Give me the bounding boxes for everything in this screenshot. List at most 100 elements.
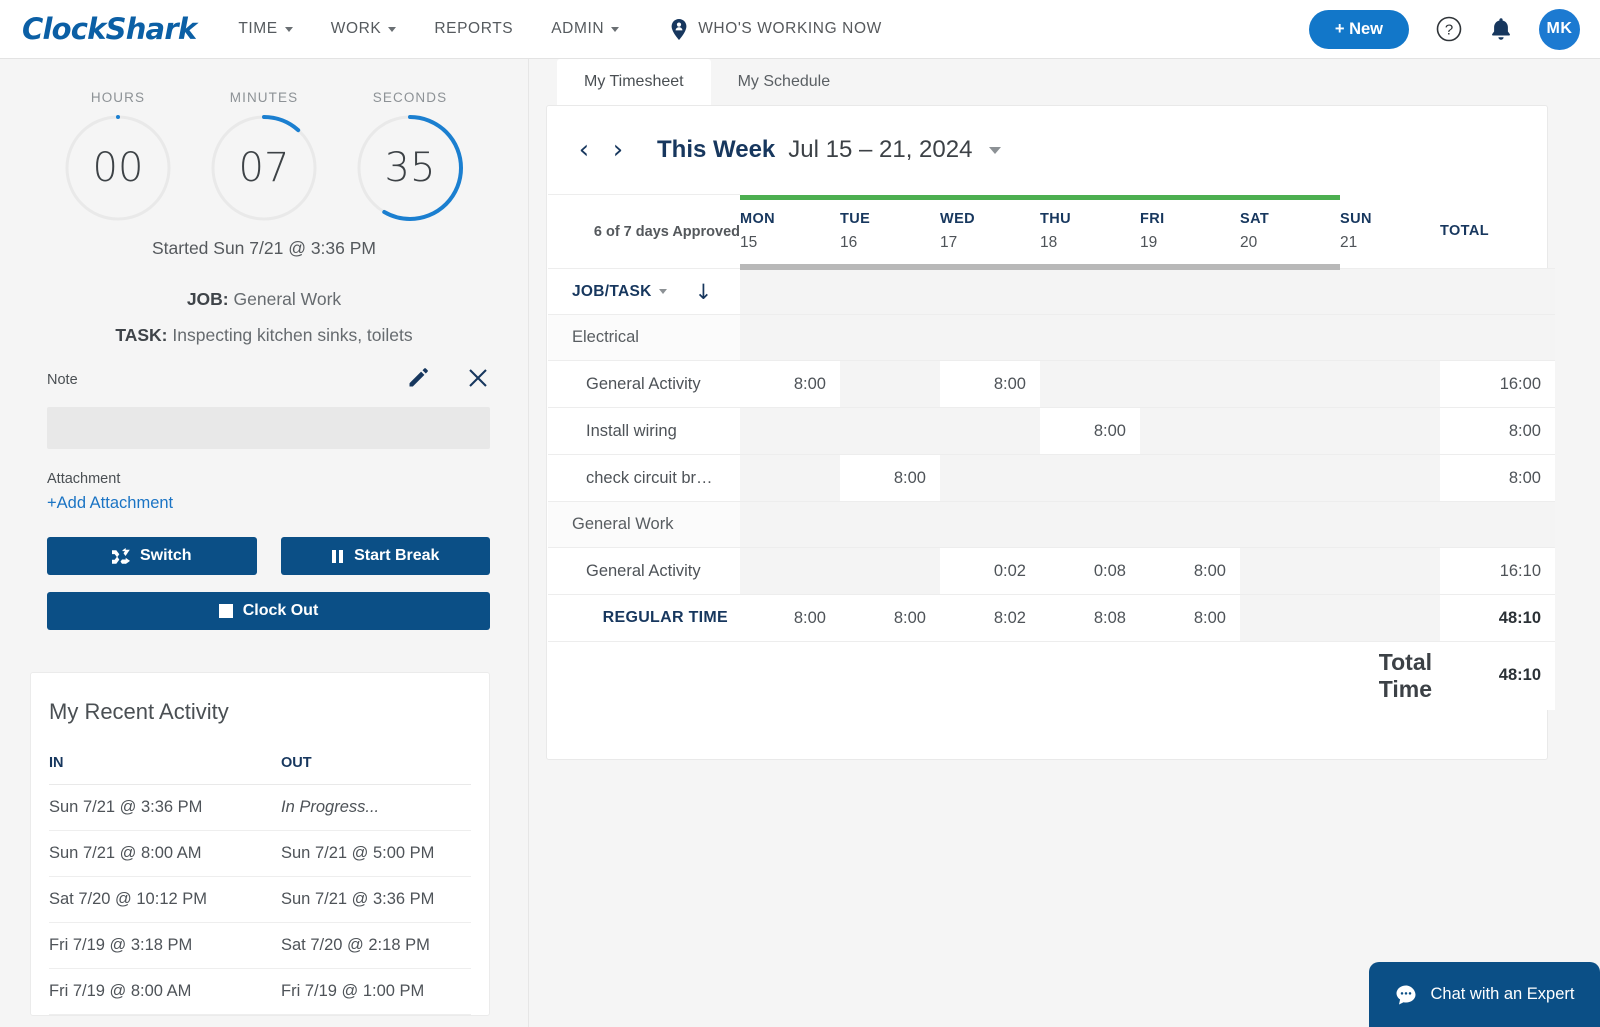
horizontal-scrollbar[interactable]: [940, 264, 1040, 270]
timesheet-group-name: General Work: [548, 502, 740, 548]
timesheet-group-empty-cell: [1240, 502, 1340, 548]
regular-time-cell[interactable]: 8:08: [1040, 595, 1140, 642]
day-name: MON: [740, 211, 840, 227]
timesheet-hours-cell[interactable]: 0:02: [940, 548, 1040, 595]
jobtask-header-label[interactable]: JOB/TASK: [572, 283, 652, 301]
day-name: SUN: [1340, 211, 1440, 227]
bell-icon[interactable]: [1489, 16, 1513, 42]
timesheet-task-row: Install wiring8:008:00: [548, 408, 1555, 455]
recent-activity-row[interactable]: Fri 7/19 @ 3:18 PMSat 7/20 @ 2:18 PM: [49, 923, 471, 969]
next-week-button[interactable]: ›: [601, 133, 635, 167]
timesheet-group-empty-cell: [1440, 502, 1555, 548]
task-label: TASK:: [115, 325, 167, 345]
toolbar-spacer: [940, 269, 1040, 315]
recent-activity-row[interactable]: Sat 7/20 @ 10:12 PMSun 7/21 @ 3:36 PM: [49, 877, 471, 923]
day-name: FRI: [1140, 211, 1240, 227]
toolbar-spacer: [1140, 269, 1240, 315]
recent-out-time: Sun 7/21 @ 5:00 PM: [281, 831, 471, 877]
approved-bar: [740, 195, 840, 200]
recent-out-time: Sat 7/20 @ 2:18 PM: [281, 923, 471, 969]
recent-out-time: Fri 7/19 @ 1:00 PM: [281, 969, 471, 1015]
pause-icon: [331, 549, 344, 564]
horizontal-scrollbar[interactable]: [840, 264, 940, 270]
note-input[interactable]: [47, 407, 490, 449]
timer-label-seconds: SECONDS: [353, 90, 467, 105]
main-content: My Timesheet My Schedule ‹ › This Week J…: [529, 59, 1600, 1027]
nav-item-time[interactable]: TIME: [238, 20, 292, 38]
day-number: 17: [940, 234, 1040, 252]
timesheet-hours-cell: [1040, 361, 1140, 408]
timesheet-hours-cell[interactable]: 8:00: [740, 361, 840, 408]
chat-with-expert-button[interactable]: Chat with an Expert: [1369, 962, 1600, 1027]
timesheet-group-name: Electrical: [548, 315, 740, 361]
regular-time-cell[interactable]: 8:00: [740, 595, 840, 642]
help-circle-icon[interactable]: ?: [1435, 15, 1463, 43]
nav-item-admin-label: ADMIN: [551, 20, 604, 38]
svg-text:?: ?: [1445, 22, 1453, 39]
timesheet-group-empty-cell: [1040, 315, 1140, 361]
regular-time-cell: [1340, 595, 1440, 642]
chevron-down-icon[interactable]: [659, 289, 667, 294]
nav-item-admin[interactable]: ADMIN: [551, 20, 619, 38]
recent-in-time: Fri 7/19 @ 8:00 AM: [49, 969, 281, 1015]
nav-item-work[interactable]: WORK: [331, 20, 397, 38]
nav-item-reports[interactable]: REPORTS: [434, 20, 513, 38]
nav-item-work-label: WORK: [331, 20, 382, 38]
day-header-sat: SAT 20: [1240, 195, 1340, 269]
clock-out-button[interactable]: Clock Out: [47, 592, 490, 630]
recent-activity-row[interactable]: Sun 7/21 @ 8:00 AMSun 7/21 @ 5:00 PM: [49, 831, 471, 877]
tab-my-timesheet[interactable]: My Timesheet: [557, 59, 711, 105]
horizontal-scrollbar[interactable]: [740, 264, 840, 270]
timesheet-row-total: 16:00: [1440, 361, 1555, 408]
timesheet-group-empty-cell: [1340, 502, 1440, 548]
whos-working-now-label: WHO'S WORKING NOW: [698, 20, 882, 38]
timesheet-hours-cell: [1040, 455, 1140, 502]
timesheet-hours-cell[interactable]: 0:08: [1040, 548, 1140, 595]
regular-time-cell[interactable]: 8:00: [1140, 595, 1240, 642]
new-button[interactable]: + New: [1309, 10, 1409, 49]
timesheet-hours-cell[interactable]: 8:00: [940, 361, 1040, 408]
avatar[interactable]: MK: [1539, 9, 1580, 50]
timesheet-group-empty-cell: [1240, 315, 1340, 361]
regular-time-cell[interactable]: 8:00: [840, 595, 940, 642]
timesheet-hours-cell: [1140, 361, 1240, 408]
timer-unit-hours: HOURS 00: [61, 90, 175, 222]
timesheet-hours-cell: [1240, 455, 1340, 502]
start-break-button[interactable]: Start Break: [281, 537, 491, 575]
recent-activity-row[interactable]: Sun 7/21 @ 3:36 PMIn Progress...: [49, 785, 471, 831]
prev-week-button[interactable]: ‹: [567, 133, 601, 167]
whos-working-now-button[interactable]: WHO'S WORKING NOW: [671, 19, 882, 40]
pencil-icon[interactable]: [406, 366, 430, 395]
add-attachment-link[interactable]: +Add Attachment: [47, 494, 528, 513]
recent-activity-row[interactable]: Fri 7/19 @ 8:00 AMFri 7/19 @ 1:00 PM: [49, 969, 471, 1015]
switch-button[interactable]: Switch: [47, 537, 257, 575]
chevron-down-icon[interactable]: [989, 147, 1001, 154]
task-value: Inspecting kitchen sinks, toilets: [172, 325, 412, 345]
day-header-fri: FRI 19: [1140, 195, 1240, 269]
recent-col-in: IN: [49, 755, 281, 785]
horizontal-scrollbar[interactable]: [1040, 264, 1140, 270]
horizontal-scrollbar[interactable]: [1240, 264, 1340, 270]
timesheet-hours-cell[interactable]: 8:00: [1040, 408, 1140, 455]
day-header-mon: MON 15: [740, 195, 840, 269]
timesheet-hours-cell: [740, 455, 840, 502]
recent-activity-header-row: IN OUT: [49, 755, 471, 785]
clockshark-logo[interactable]: ClockShark: [22, 12, 196, 46]
stop-square-icon: [219, 604, 233, 618]
timesheet-row-total: 8:00: [1440, 408, 1555, 455]
timesheet-group-empty-cell: [840, 315, 940, 361]
regular-time-cell[interactable]: 8:02: [940, 595, 1040, 642]
recent-in-time: Sun 7/21 @ 3:36 PM: [49, 785, 281, 831]
timesheet-hours-cell[interactable]: 8:00: [840, 455, 940, 502]
sort-down-arrow-icon[interactable]: ↓: [695, 280, 713, 304]
timesheet-hours-cell[interactable]: 8:00: [1140, 548, 1240, 595]
tab-my-schedule[interactable]: My Schedule: [711, 59, 858, 105]
clock-action-buttons: Switch Start Break: [47, 537, 490, 575]
horizontal-scrollbar[interactable]: [1140, 264, 1240, 270]
chevron-down-icon: [285, 27, 293, 32]
recent-in-time: Sun 7/21 @ 8:00 AM: [49, 831, 281, 877]
day-header-wed: WED 17: [940, 195, 1040, 269]
close-x-icon[interactable]: [466, 366, 490, 395]
timesheet-group-row: General Work: [548, 502, 1555, 548]
attachment-label: Attachment: [47, 471, 528, 487]
